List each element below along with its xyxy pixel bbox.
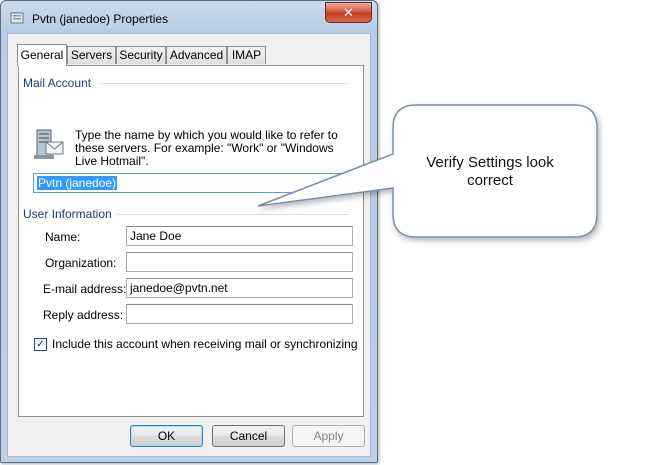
tab-advanced[interactable]: Advanced [166, 46, 227, 64]
title-bar[interactable]: Pvtn (janedoe) Properties ✕ [1, 1, 377, 33]
dialog-body: General Servers Security Advanced IMAP M… [7, 33, 371, 457]
apply-button[interactable]: Apply [292, 425, 365, 447]
mail-server-icon [34, 129, 64, 159]
mail-account-icon [10, 12, 24, 24]
include-account-label[interactable]: Include this account when receiving mail… [52, 337, 358, 351]
general-tab-panel: Mail Account Type the name by which you … [18, 65, 364, 417]
email-label: E-mail address: [43, 282, 127, 296]
mail-account-divider [99, 83, 349, 84]
name-input[interactable]: Jane Doe [126, 226, 353, 246]
organization-label: Organization: [45, 256, 117, 270]
account-name-input[interactable]: Pvtn (janedoe) [33, 173, 353, 193]
callout-text: Verify Settings look correct [426, 154, 554, 189]
reply-address-label: Reply address: [43, 308, 124, 322]
organization-input[interactable] [126, 252, 353, 272]
account-description: Type the name by which you would like to… [75, 128, 338, 168]
ok-button[interactable]: OK [130, 425, 203, 447]
cancel-button[interactable]: Cancel [212, 425, 285, 447]
tab-general[interactable]: General [17, 44, 67, 66]
account-name-value: Pvtn (janedoe) [37, 176, 118, 190]
email-input[interactable]: janedoe@pvtn.net [126, 278, 353, 298]
window-title: Pvtn (janedoe) Properties [32, 12, 169, 26]
tab-imap[interactable]: IMAP [227, 46, 266, 64]
user-info-group-label: User Information [23, 207, 116, 221]
tab-servers[interactable]: Servers [67, 46, 116, 64]
properties-dialog: Pvtn (janedoe) Properties ✕ General Serv… [0, 0, 378, 463]
include-account-checkbox[interactable]: ✓ [34, 338, 47, 351]
mail-account-group-label: Mail Account [23, 76, 96, 90]
close-button[interactable]: ✕ [325, 2, 372, 23]
tab-security[interactable]: Security [116, 46, 166, 64]
user-info-divider [115, 214, 349, 215]
name-label: Name: [45, 230, 81, 244]
reply-address-input[interactable] [126, 304, 353, 324]
